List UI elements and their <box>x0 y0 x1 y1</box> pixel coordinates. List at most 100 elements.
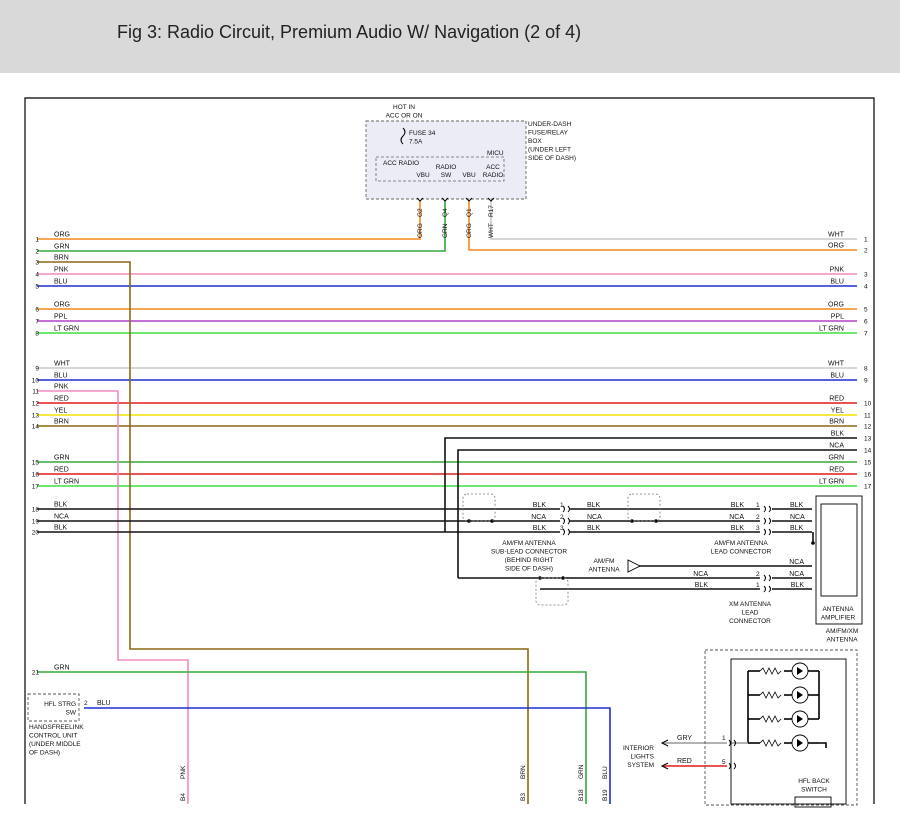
hfl-back-switch-contact <box>794 796 832 808</box>
connector-pin-number: 3 <box>756 525 760 532</box>
connector-pin-number: 1 <box>756 582 760 589</box>
fuse-box-header-label: ACC OR ON <box>386 113 423 120</box>
wire-color-label: BLU <box>830 279 844 286</box>
interior-lights-label: SYSTEM <box>627 762 654 769</box>
connector-wire-label: BLK <box>533 502 547 509</box>
wire-number: 7 <box>864 331 868 338</box>
resistor-icon <box>759 739 782 747</box>
fuse-box-location-label: BOX <box>528 138 542 145</box>
hfl-back-switch-box <box>704 649 858 806</box>
wire-number: 12 <box>864 424 872 431</box>
connector-wire-label: BLK <box>731 502 745 509</box>
wire-blu <box>84 707 611 804</box>
acc-label: ACC <box>486 164 500 171</box>
wire-color-label: LT GRN <box>819 479 844 486</box>
wire-color-label: NCA <box>54 514 69 521</box>
connector-pin-number: 3 <box>560 525 564 532</box>
connector-wire-label: BLK <box>790 525 804 532</box>
wire-org <box>468 200 857 251</box>
connector-wire-label: NCA <box>789 571 804 578</box>
fuse-label: 7.5A <box>409 139 423 146</box>
sub-lead-connector-label: SUB-LEAD CONNECTOR <box>491 549 567 556</box>
connector-pin <box>728 762 731 770</box>
lead-connector-label: AM/FM ANTENNA <box>714 540 768 547</box>
wire-number: 17 <box>32 484 40 491</box>
wire-color-label: RED <box>54 467 69 474</box>
connector-pin <box>567 517 570 525</box>
bottom-wire-color: BLU <box>602 766 609 779</box>
interior-gry-label: GRY <box>677 735 692 742</box>
wire-color-label: WHT <box>828 361 845 368</box>
wire-color-label: BLU <box>54 373 68 380</box>
wire-grn <box>37 671 587 804</box>
connector-wire-label: BLK <box>587 502 601 509</box>
wire-number: 10 <box>864 401 872 408</box>
wire-color-label: NCA <box>829 443 844 450</box>
lead-shell <box>627 493 661 522</box>
xm-lead-connector-label: XM ANTENNA <box>729 601 772 608</box>
wire-color-label: RED <box>829 467 844 474</box>
wire-number: 9 <box>864 378 868 385</box>
wire-color-label: WHT <box>54 361 71 368</box>
wire-number: 20 <box>32 530 40 537</box>
wire-org <box>37 200 421 240</box>
connector-pin-number: 2 <box>756 571 760 578</box>
bottom-wire-color: PNK <box>180 765 187 779</box>
connector-wire-label: NCA <box>729 514 744 521</box>
micu-label: MICU <box>487 150 504 157</box>
interior-pin-number: 1 <box>722 735 726 742</box>
fuse-label: FUSE 34 <box>409 130 436 137</box>
wire-number: 13 <box>32 413 40 420</box>
wire-number: 3 <box>35 260 39 267</box>
connector-wire-label: BLK <box>587 525 601 532</box>
wire-color-label: BRN <box>54 255 69 262</box>
hfl-back-switch-label: HFL BACK <box>798 778 830 785</box>
connector-wire-label: BLK <box>791 582 805 589</box>
resistor-icon <box>759 691 782 699</box>
wire-color-label: RED <box>829 396 844 403</box>
sub-lead-connector-label: SIDE OF DASH) <box>505 566 553 573</box>
wire-color-label: PPL <box>54 314 67 321</box>
connector-wire-label: NCA <box>531 514 546 521</box>
connector-pin-number: 1 <box>560 502 564 509</box>
xm-lead-connector-label: LEAD <box>742 610 759 617</box>
wire-grn <box>37 200 446 252</box>
wire-brn <box>37 261 529 804</box>
connector-wire-label: BLK <box>731 525 745 532</box>
fuse-box-wire-color: GRN <box>442 223 449 238</box>
resistor-icon <box>759 715 782 723</box>
wire-number: 15 <box>864 460 872 467</box>
wire-number: 4 <box>864 284 868 291</box>
bottom-wire-color: GRN <box>578 764 585 779</box>
amfm-xm-antenna-label: ANTENNA <box>826 637 858 644</box>
diagram-frame <box>24 97 875 804</box>
fuse-box-pin: Q1 <box>466 208 473 217</box>
wire-number: 2 <box>35 249 39 256</box>
wire-number: 16 <box>864 472 872 479</box>
wire-color-label: PNK <box>54 267 69 274</box>
resistor-icon <box>759 667 782 675</box>
connector-pin <box>768 528 771 536</box>
wire-number: 1 <box>35 237 39 244</box>
bottom-pin-label: B4 <box>180 793 187 801</box>
connector-pin <box>763 574 766 582</box>
connector-wire-label: BLK <box>533 525 547 532</box>
fuse-box-wire-color: WHT <box>488 223 495 238</box>
amfm-antenna-label: ANTENNA <box>588 567 620 574</box>
wire-number: 13 <box>864 436 872 443</box>
sub-lead-connector-label: AM/FM ANTENNA <box>502 540 556 547</box>
wire-color-label: PPL <box>831 314 844 321</box>
interior-lights-label: INTERIOR <box>623 745 654 752</box>
wire-number: 11 <box>864 413 871 420</box>
wire-color-label: BLK <box>54 502 68 509</box>
wire-number: 18 <box>32 507 40 514</box>
bottom-wire-color: BRN <box>520 765 527 779</box>
wire-color-label: BLU <box>830 373 844 380</box>
sw-label: SW <box>441 172 452 179</box>
wire-color-label: BLU <box>54 279 68 286</box>
led-lead <box>819 742 827 748</box>
wire-color-label: GRN <box>54 244 70 251</box>
wire-color-label: LT GRN <box>819 326 844 333</box>
wire-wht <box>490 200 857 240</box>
wire-color-label: BLK <box>831 431 845 438</box>
